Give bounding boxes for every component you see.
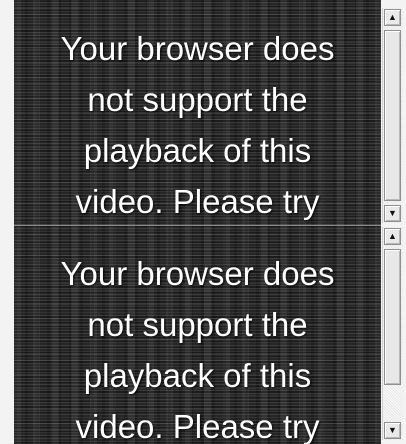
scroll-up-arrow-icon[interactable]: ▲ — [384, 228, 401, 245]
scroll-thumb[interactable] — [384, 249, 401, 385]
scroll-down-arrow-icon[interactable]: ▼ — [384, 422, 401, 439]
message-line: video. Please try — [75, 183, 320, 220]
scrollbar-1[interactable]: ▲ ▼ — [382, 8, 403, 223]
message-line: Your browser does — [60, 255, 335, 292]
scroll-down-arrow-icon[interactable]: ▼ — [384, 205, 401, 222]
scroll-thumb[interactable] — [384, 30, 401, 201]
message-line: video. Please try — [75, 408, 320, 444]
playback-error-message: Your browser does not support the playba… — [14, 23, 381, 225]
message-line: not support the — [87, 306, 308, 343]
message-line: playback of this — [83, 132, 312, 169]
message-line: Your browser does — [60, 30, 335, 67]
message-line: not support the — [87, 81, 308, 118]
video-players-stack: Your browser does not support the playba… — [0, 0, 406, 444]
scroll-up-arrow-icon[interactable]: ▲ — [384, 9, 401, 26]
message-line: playback of this — [83, 357, 312, 394]
video-player-1[interactable]: Your browser does not support the playba… — [14, 0, 381, 225]
scrollbar-2[interactable]: ▲ ▼ — [382, 227, 403, 440]
playback-error-message: Your browser does not support the playba… — [14, 248, 381, 444]
video-player-2[interactable]: Your browser does not support the playba… — [14, 225, 381, 444]
